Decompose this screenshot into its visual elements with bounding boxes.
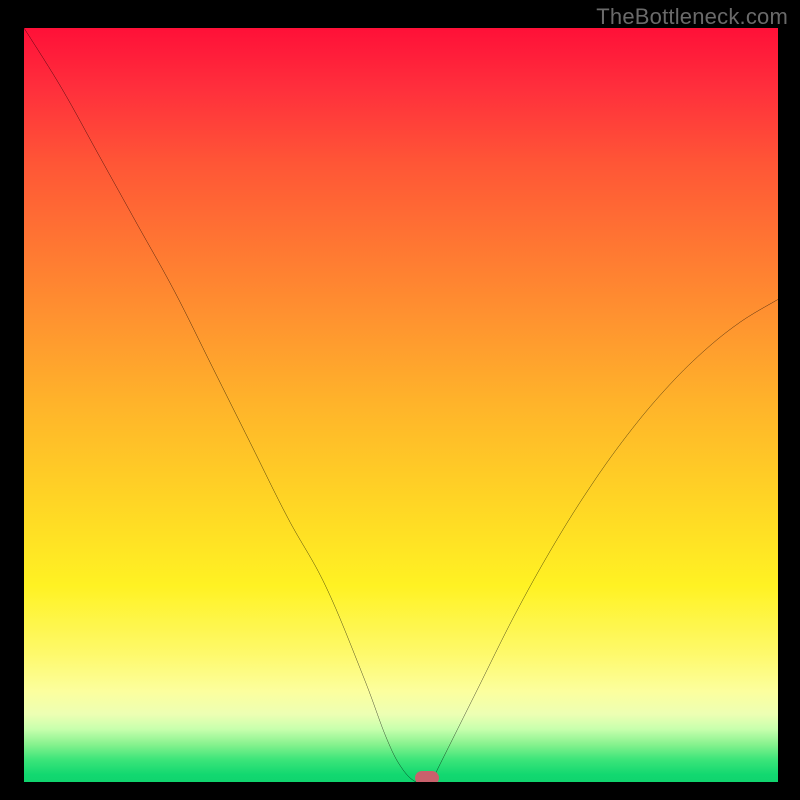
curve-path [24, 28, 778, 782]
plot-area [24, 28, 778, 782]
bottleneck-curve [24, 28, 778, 782]
watermark-text: TheBottleneck.com [596, 4, 788, 30]
minimum-marker [415, 771, 439, 782]
chart-frame: TheBottleneck.com [0, 0, 800, 800]
